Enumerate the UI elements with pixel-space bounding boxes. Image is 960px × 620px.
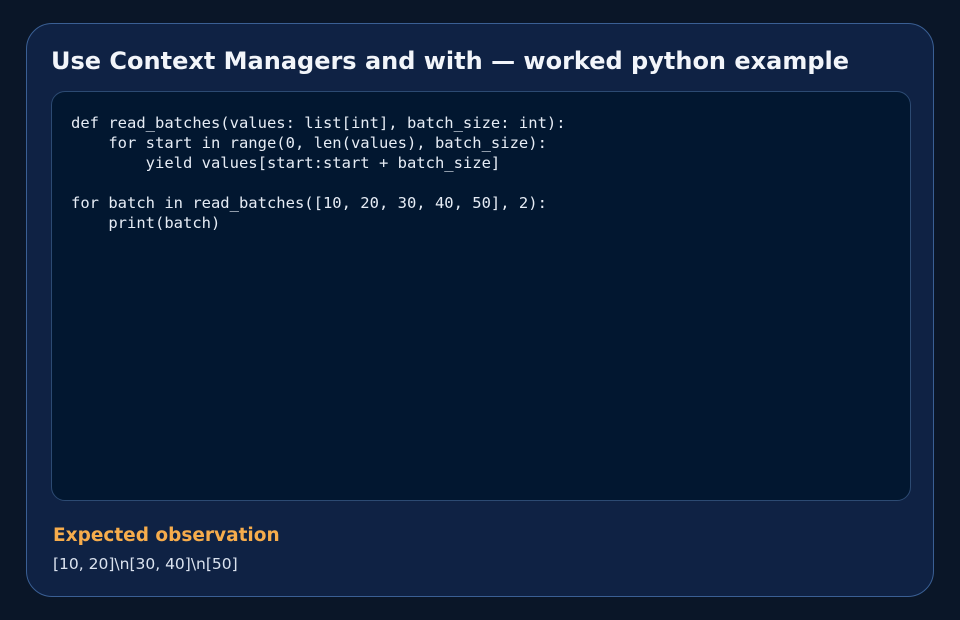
example-card: Use Context Managers and with — worked p…	[26, 23, 934, 597]
card-title: Use Context Managers and with — worked p…	[51, 47, 850, 75]
code-block: def read_batches(values: list[int], batc…	[71, 114, 566, 232]
code-panel: def read_batches(values: list[int], batc…	[51, 91, 911, 501]
observation-value: [10, 20]\n[30, 40]\n[50]	[53, 555, 238, 573]
observation-label: Expected observation	[53, 525, 280, 546]
